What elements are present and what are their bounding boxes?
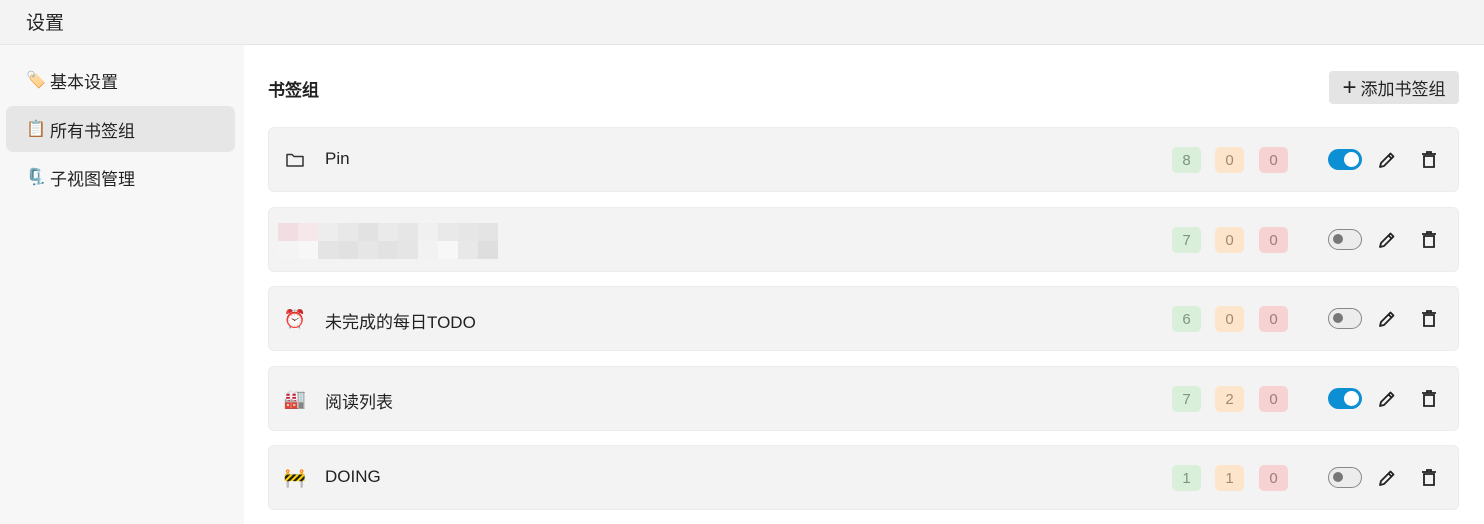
edit-pencil-icon[interactable] xyxy=(1375,307,1399,331)
count-badge-red: 0 xyxy=(1259,465,1288,491)
count-badge-red: 0 xyxy=(1259,147,1288,173)
count-badge-green: 1 xyxy=(1172,465,1201,491)
count-badge-orange: 0 xyxy=(1215,227,1244,253)
sidebar-item-label: 子视图管理 xyxy=(50,169,135,189)
group-name: DOING xyxy=(325,467,381,486)
sidebar-item-label: 所有书签组 xyxy=(50,121,135,141)
edit-pencil-icon[interactable] xyxy=(1375,466,1399,490)
bookmark-group-row: 🚧 DOING 1 1 0 xyxy=(268,445,1459,510)
group-name: 阅读列表 xyxy=(325,393,393,412)
count-badge-orange: 0 xyxy=(1215,147,1244,173)
delete-trash-icon[interactable] xyxy=(1417,387,1441,411)
count-badge-green: 7 xyxy=(1172,227,1201,253)
folder-icon xyxy=(283,148,307,172)
toggle-knob xyxy=(1333,472,1343,482)
bookmark-group-row: 🏭 阅读列表 7 2 0 xyxy=(268,366,1459,431)
toggle-knob xyxy=(1344,152,1359,167)
enable-toggle[interactable] xyxy=(1328,229,1362,250)
delete-trash-icon[interactable] xyxy=(1417,307,1441,331)
clipboard-icon: 📋 xyxy=(26,121,46,138)
add-bookmark-group-button[interactable]: + 添加书签组 xyxy=(1329,71,1459,104)
label-tag-icon: 🏷️ xyxy=(26,72,46,89)
count-badge-green: 8 xyxy=(1172,147,1201,173)
count-badge-green: 7 xyxy=(1172,386,1201,412)
enable-toggle[interactable] xyxy=(1328,149,1362,170)
enable-toggle[interactable] xyxy=(1328,308,1362,329)
bookmark-group-row: 7 0 0 xyxy=(268,207,1459,272)
title-bar: 设置 xyxy=(0,0,1484,45)
factory-icon: 🏭 xyxy=(283,388,307,409)
clamp-icon: 🗜️ xyxy=(26,169,46,186)
toggle-knob xyxy=(1333,234,1343,244)
delete-trash-icon[interactable] xyxy=(1417,466,1441,490)
enable-toggle[interactable] xyxy=(1328,388,1362,409)
section-title: 书签组 xyxy=(268,81,319,100)
count-badge-green: 6 xyxy=(1172,306,1201,332)
delete-trash-icon[interactable] xyxy=(1417,148,1441,172)
edit-pencil-icon[interactable] xyxy=(1375,148,1399,172)
sidebar-item-label: 基本设置 xyxy=(50,72,118,92)
group-name: 未完成的每日TODO xyxy=(325,313,476,332)
toggle-knob xyxy=(1333,313,1343,323)
construction-icon: 🚧 xyxy=(283,467,307,488)
window-title: 设置 xyxy=(26,13,65,34)
group-name: Pin xyxy=(325,149,350,168)
count-badge-red: 0 xyxy=(1259,386,1288,412)
add-button-label: 添加书签组 xyxy=(1360,80,1446,99)
sidebar: 🏷️ 基本设置 📋 所有书签组 🗜️ 子视图管理 xyxy=(0,45,244,524)
count-badge-red: 0 xyxy=(1259,306,1288,332)
toggle-knob xyxy=(1344,391,1359,406)
sidebar-item-all-bookmark-groups[interactable]: 📋 所有书签组 xyxy=(6,106,235,152)
sidebar-item-basic-settings[interactable]: 🏷️ 基本设置 xyxy=(6,57,235,103)
edit-pencil-icon[interactable] xyxy=(1375,387,1399,411)
bookmark-group-row: ⏰ 未完成的每日TODO 6 0 0 xyxy=(268,286,1459,351)
plus-icon: + xyxy=(1342,73,1357,101)
redacted-name-block xyxy=(278,223,498,259)
count-badge-orange: 0 xyxy=(1215,306,1244,332)
enable-toggle[interactable] xyxy=(1328,467,1362,488)
count-badge-orange: 1 xyxy=(1215,465,1244,491)
sidebar-item-subview-management[interactable]: 🗜️ 子视图管理 xyxy=(6,154,235,200)
delete-trash-icon[interactable] xyxy=(1417,228,1441,252)
edit-pencil-icon[interactable] xyxy=(1375,228,1399,252)
bookmark-group-row: Pin 8 0 0 xyxy=(268,127,1459,192)
count-badge-red: 0 xyxy=(1259,227,1288,253)
main-panel: 书签组 + 添加书签组 Pin 8 0 0 7 0 0 ⏰ 未完成的每日TODO… xyxy=(244,45,1484,524)
alarm-clock-icon: ⏰ xyxy=(283,308,307,329)
count-badge-orange: 2 xyxy=(1215,386,1244,412)
